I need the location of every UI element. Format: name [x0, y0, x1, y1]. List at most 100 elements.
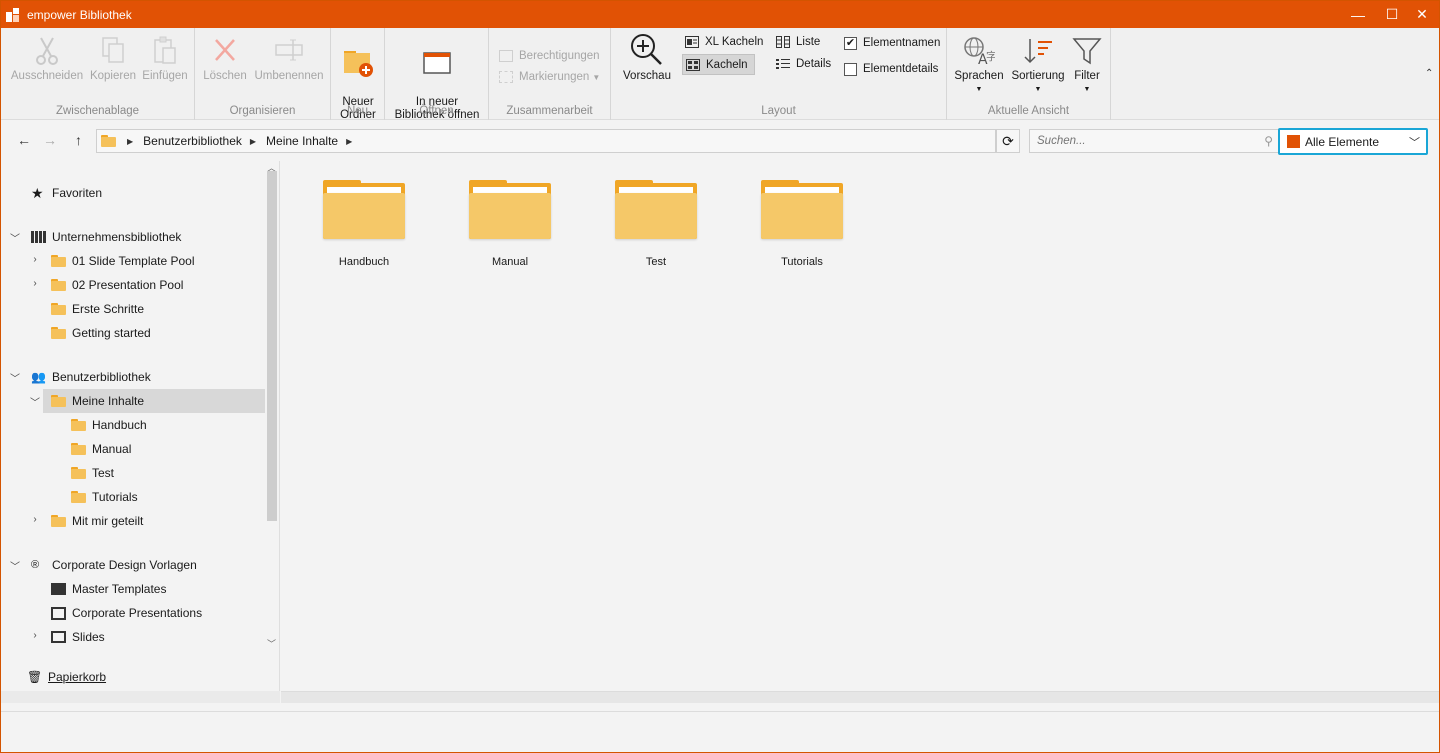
search-box[interactable]: ⚲ [1029, 129, 1279, 153]
details-button[interactable]: Details [776, 54, 831, 74]
folder-icon [51, 327, 66, 339]
paste-button[interactable]: Einfügen [139, 34, 191, 83]
chevron-right-icon[interactable]: › [29, 514, 41, 525]
languages-button[interactable]: A字 Sprachen ▼ [951, 36, 1007, 96]
list-icon [776, 36, 790, 48]
navigation-bar: ← → ↑ ▶ Benutzerbibliothek ▶ Meine Inhal… [1, 121, 1439, 161]
folder-icon [71, 491, 86, 503]
trash-icon: 🗑 [27, 670, 43, 684]
permissions-icon [499, 50, 513, 62]
rename-button[interactable]: Umbenennen [251, 34, 327, 83]
element-names-checkbox[interactable]: ✔ Elementnamen [844, 33, 940, 53]
content-horizontal-scrollbar[interactable] [281, 691, 1439, 703]
folder-icon [323, 180, 405, 239]
maximize-icon: ☐ [1385, 6, 1399, 22]
forward-button[interactable]: → [43, 132, 57, 148]
current-view-group-label: Aktuelle Ansicht [987, 105, 1070, 117]
sorting-button[interactable]: Sortierung ▼ [1007, 36, 1069, 96]
chevron-down-icon[interactable]: ﹀ [9, 558, 21, 573]
tree-favorites[interactable]: ★ Favoriten [31, 182, 102, 204]
layout-group: Vorschau XL Kacheln Kacheln Liste Detail… [611, 28, 947, 120]
delete-x-icon [215, 39, 235, 61]
filter-button[interactable]: Filter ▼ [1069, 36, 1105, 96]
permissions-button[interactable]: Berechtigungen [499, 46, 600, 66]
folder-tile-tutorials[interactable]: Tutorials [739, 161, 859, 271]
tree-manual[interactable]: Manual [71, 438, 131, 460]
tree-master-templates[interactable]: Master Templates [51, 578, 166, 600]
tree-meine-inhalte[interactable]: ﹀ Meine Inhalte [30, 390, 144, 412]
tree-handbuch[interactable]: Handbuch [71, 414, 147, 436]
refresh-icon: ⟳ [1002, 132, 1014, 149]
markings-icon [499, 71, 513, 83]
breadcrumb-meine-inhalte[interactable]: Meine Inhalte [266, 134, 338, 148]
refresh-button[interactable]: ⟳ [996, 129, 1020, 153]
maximize-button[interactable]: ☐ [1375, 1, 1409, 28]
tree-slides[interactable]: › Slides [33, 626, 104, 648]
folder-tile-test[interactable]: Test [593, 161, 713, 271]
filter-dropdown-icon: ▼ [1083, 86, 1091, 93]
chevron-right-icon[interactable]: › [29, 630, 41, 641]
tree-trash[interactable]: 🗑 Papierkorb [27, 666, 106, 688]
paste-label: Einfügen [142, 70, 188, 82]
tiles-button[interactable]: Kacheln [682, 54, 755, 75]
scroll-down-arrow[interactable]: ﹀ [267, 637, 276, 650]
new-folder-icon [344, 51, 373, 77]
chevron-right-icon[interactable]: › [29, 278, 41, 289]
copy-button[interactable]: Kopieren [87, 34, 139, 83]
cut-button[interactable]: Ausschneiden [9, 34, 85, 83]
folder-tile-manual[interactable]: Manual [447, 161, 567, 271]
tree-slide-template-pool[interactable]: › 01 Slide Template Pool [33, 250, 194, 272]
element-details-check-icon [844, 62, 857, 76]
folder-tile-label: Test [645, 256, 667, 268]
funnel-icon [1072, 38, 1102, 65]
search-input[interactable] [1030, 130, 1240, 152]
sort-icon [1024, 39, 1052, 64]
list-button[interactable]: Liste [776, 32, 820, 52]
preview-button[interactable]: Vorschau [619, 32, 675, 83]
chevron-down-icon[interactable]: ﹀ [9, 370, 21, 385]
xl-tiles-button[interactable]: XL Kacheln [685, 32, 763, 52]
tree-company-library[interactable]: ﹀ Unternehmensbibliothek [10, 226, 182, 248]
close-button[interactable]: ✕ [1405, 1, 1439, 28]
element-filter-value: Alle Elemente [1305, 134, 1380, 149]
folder-icon [51, 395, 66, 407]
address-bar[interactable]: ▶ Benutzerbibliothek ▶ Meine Inhalte ▶ [96, 129, 996, 153]
sidebar-tree: ★ Favoriten ﹀ Unternehmensbibliothek › 0… [1, 161, 280, 691]
folder-icon [51, 279, 66, 291]
chevron-down-icon[interactable]: ﹀ [29, 394, 41, 409]
minimize-button[interactable]: — [1341, 1, 1375, 28]
folder-icon [615, 180, 697, 239]
tree-presentation-pool[interactable]: › 02 Presentation Pool [33, 274, 183, 296]
tree-erste-schritte[interactable]: Erste Schritte [51, 298, 144, 320]
delete-button[interactable]: Löschen [201, 34, 249, 83]
element-filter-dropdown[interactable]: Alle Elemente ﹀ [1278, 128, 1428, 155]
app-window: empower Bibliothek — ☐ ✕ Ausschneiden Ko… [0, 0, 1440, 753]
back-button[interactable]: ← [17, 132, 31, 148]
tree-user-library[interactable]: ﹀ 👥 Benutzerbibliothek [10, 366, 151, 388]
element-details-checkbox[interactable]: Elementdetails [844, 59, 938, 79]
sidebar-footer [1, 691, 280, 703]
tree-shared-with-me[interactable]: › Mit mir geteilt [33, 510, 143, 532]
breadcrumb-separator-icon: ▶ [249, 136, 257, 146]
arrow-up-icon: ↑ [75, 132, 82, 148]
chevron-right-icon[interactable]: › [29, 254, 41, 265]
tree-test[interactable]: Test [71, 462, 114, 484]
search-icon: ⚲ [1264, 134, 1273, 148]
tree-corporate-presentations[interactable]: Corporate Presentations [51, 602, 202, 624]
tree-tutorials[interactable]: Tutorials [71, 486, 138, 508]
sorting-label: Sortierung [1011, 70, 1065, 82]
collapse-ribbon-button[interactable]: ⌃ [1425, 68, 1433, 79]
minimize-icon: — [1351, 6, 1365, 23]
tree-getting-started[interactable]: Getting started [51, 322, 151, 344]
markings-button[interactable]: Markierungen ▼ [499, 67, 600, 87]
sidebar-scrollbar-thumb[interactable] [267, 171, 277, 521]
languages-label: Sprachen [954, 70, 1004, 82]
languages-dropdown-icon: ▼ [975, 86, 983, 93]
svg-text:字: 字 [986, 49, 995, 63]
up-button[interactable]: ↑ [75, 132, 82, 148]
tree-company-library-label: Unternehmensbibliothek [52, 230, 182, 244]
chevron-down-icon[interactable]: ﹀ [9, 230, 21, 245]
tree-cd-templates[interactable]: ﹀ ® Corporate Design Vorlagen [10, 554, 197, 576]
breadcrumb-benutzerbibliothek[interactable]: Benutzerbibliothek [143, 134, 242, 148]
folder-tile-handbuch[interactable]: Handbuch [301, 161, 421, 271]
